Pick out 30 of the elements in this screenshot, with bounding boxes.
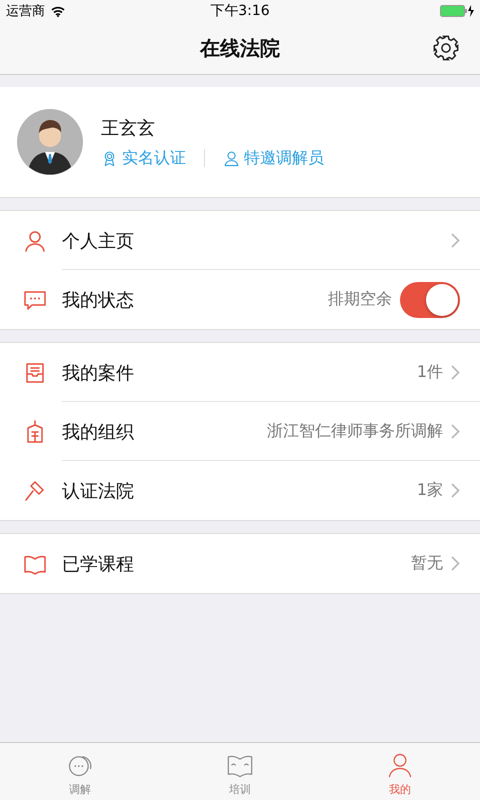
wifi-icon [51, 6, 65, 16]
menu-label[interactable]: 认证法院 [62, 478, 417, 502]
settings-button[interactable] [432, 34, 460, 62]
avatar [17, 109, 83, 175]
menu-label[interactable]: 个人主页 [62, 228, 451, 252]
chevron-icon [451, 233, 460, 248]
user-name: 王玄玄 [101, 116, 156, 140]
menu-label[interactable]: 我的组织 [62, 420, 267, 444]
carrier-name: 运营商 [6, 3, 45, 20]
menu-label: 我的状态 [62, 288, 135, 312]
menu-label[interactable]: 已学课程 [62, 552, 411, 576]
chevron-icon [451, 365, 460, 380]
menu-value: 1家 [416, 480, 443, 501]
chevron-icon [451, 556, 460, 571]
person-icon [223, 150, 240, 166]
person-icon [23, 228, 47, 252]
status-value: 排期空余 [328, 289, 392, 310]
badge-text: 实名认证 [122, 148, 186, 168]
chevron-icon [451, 483, 460, 498]
status-toggle[interactable] [400, 282, 460, 318]
menu-label[interactable]: 我的案件 [62, 360, 417, 384]
menu-value: 浙江智仁律师事务所调解 [267, 421, 443, 442]
chevron-icon [451, 424, 460, 439]
page-title: 在线法院 [200, 34, 280, 62]
battery-icon [440, 5, 474, 17]
person-icon [386, 751, 414, 779]
menu-value: 1件 [416, 362, 443, 383]
menu-value: 暂无 [411, 553, 443, 574]
status-time: 下午3:16 [210, 2, 270, 20]
badge-text: 特邀调解员 [244, 148, 324, 168]
